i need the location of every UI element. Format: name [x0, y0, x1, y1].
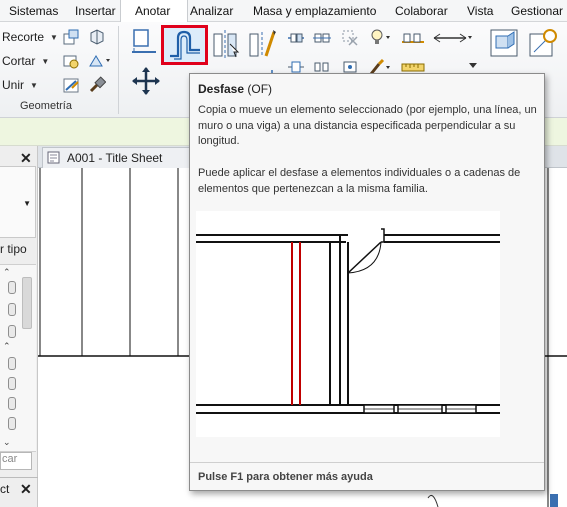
- type-list[interactable]: ⌃ ⌃ ⌄: [0, 264, 36, 452]
- tab-vista[interactable]: Vista: [467, 4, 493, 18]
- tooltip-detail: Puede aplicar el desfase a elementos ind…: [198, 167, 521, 195]
- cortar-button[interactable]: Cortar ▼: [2, 54, 49, 68]
- unir-label: Unir: [2, 78, 25, 92]
- copy-icon[interactable]: [312, 30, 332, 46]
- cortar-label: Cortar: [2, 54, 36, 68]
- type-selector[interactable]: ▼: [0, 166, 36, 238]
- demolish-icon[interactable]: [62, 76, 82, 94]
- chevron-down-icon: ▼: [23, 199, 31, 208]
- sheet-icon: [47, 151, 60, 164]
- wall-joins-icon[interactable]: [88, 52, 114, 70]
- list-item[interactable]: [8, 417, 16, 430]
- tab-colaborar[interactable]: Colaborar: [395, 4, 448, 18]
- join-geometry-icon[interactable]: [88, 28, 106, 46]
- list-item[interactable]: [8, 281, 16, 294]
- offset-button[interactable]: [161, 25, 208, 65]
- chevron-down-icon: ▼: [41, 56, 50, 66]
- cope-icon[interactable]: [62, 28, 80, 46]
- ribbon-separator: [118, 26, 119, 114]
- offset-illustration: [196, 211, 500, 437]
- create-parts-icon[interactable]: [526, 26, 558, 60]
- ribbon-tab-bar: Sistemas Insertar Anotar Analizar Masa y…: [0, 0, 567, 22]
- tooltip-command-name: Desfase: [198, 82, 245, 96]
- cut-geometry-icon[interactable]: [62, 52, 80, 70]
- chevron-down-icon: ▼: [50, 32, 58, 42]
- chevron-down-icon[interactable]: ⌄: [3, 437, 11, 448]
- list-item[interactable]: [8, 303, 16, 316]
- type-filter-label: r tipo: [0, 242, 27, 256]
- list-item[interactable]: [8, 325, 16, 338]
- tooltip-shortcut: (OF): [247, 82, 273, 96]
- level-icon[interactable]: [400, 30, 426, 46]
- mirror-draw-axis-icon[interactable]: [246, 26, 280, 60]
- tab-insertar[interactable]: Insertar: [75, 4, 116, 18]
- recorte-button[interactable]: Recorte ▼: [2, 30, 58, 44]
- list-item[interactable]: [8, 397, 16, 410]
- project-browser-label: ct: [0, 482, 10, 496]
- tab-anotar[interactable]: Anotar: [135, 4, 170, 18]
- delete-icon[interactable]: [340, 28, 360, 46]
- offset-tooltip: Desfase (OF) Copia o mueve un elemento s…: [189, 73, 545, 491]
- chevron-down-icon: ▼: [30, 80, 38, 90]
- tab-analizar[interactable]: Analizar: [190, 4, 233, 18]
- paint-icon[interactable]: [88, 76, 106, 94]
- view-tab-a001[interactable]: A001 - Title Sheet: [42, 147, 192, 168]
- move-arrows-icon[interactable]: [130, 66, 162, 96]
- view-tab-label: A001 - Title Sheet: [67, 151, 163, 165]
- move-icon[interactable]: [286, 30, 306, 46]
- align-icon[interactable]: [130, 26, 158, 58]
- unir-button[interactable]: Unir ▼: [2, 78, 38, 92]
- tab-sistemas[interactable]: Sistemas: [9, 4, 58, 18]
- search-input[interactable]: car: [0, 452, 32, 470]
- mirror-pick-axis-icon[interactable]: [210, 26, 240, 60]
- measure-icon[interactable]: [432, 30, 472, 46]
- tab-masa-y-emplazamiento[interactable]: Masa y emplazamiento: [253, 4, 376, 18]
- collapse-icon[interactable]: ⌃: [3, 341, 11, 352]
- tab-gestionar[interactable]: Gestionar: [511, 4, 563, 18]
- tooltip-description: Copia o mueve un elemento seleccionado (…: [198, 104, 537, 147]
- chevron-down-icon[interactable]: [468, 58, 478, 72]
- panel-divider: [0, 477, 38, 478]
- tooltip-help-hint: Pulse F1 para obtener más ayuda: [198, 471, 373, 483]
- tooltip-divider: [190, 462, 544, 463]
- list-item[interactable]: [8, 357, 16, 370]
- list-item[interactable]: [8, 377, 16, 390]
- close-icon[interactable]: ✕: [20, 150, 32, 167]
- wall-offset-diagram: [196, 228, 500, 414]
- properties-palette: ✕ ▼ r tipo ⌃ ⌃ ⌄ car ct ✕: [0, 146, 38, 507]
- offset-icon: [170, 30, 200, 60]
- create-group-icon[interactable]: [488, 26, 520, 60]
- tooltip-title: Desfase (OF): [198, 82, 272, 96]
- lightbulb-icon[interactable]: [368, 28, 392, 46]
- scrollbar-thumb[interactable]: [22, 277, 32, 329]
- close-icon[interactable]: ✕: [20, 481, 32, 498]
- collapse-icon[interactable]: ⌃: [3, 267, 11, 278]
- geometry-group-label: Geometría: [20, 100, 72, 112]
- recorte-label: Recorte: [2, 30, 45, 44]
